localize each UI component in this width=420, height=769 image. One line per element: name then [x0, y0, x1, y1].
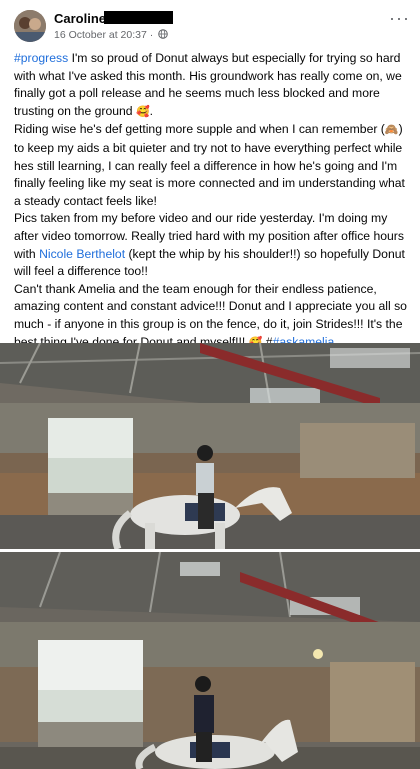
- more-options-icon[interactable]: ···: [389, 8, 410, 29]
- globe-icon: [158, 29, 168, 39]
- paragraph-2: Riding wise he's def getting more supple…: [14, 121, 412, 210]
- post-text: #progress I'm so proud of Donut always b…: [14, 50, 412, 352]
- text: Can't thank Amelia and the team enough f…: [14, 281, 407, 349]
- text: I'm so proud of Donut always but especia…: [14, 51, 402, 118]
- timestamp[interactable]: 16 October at 20:37: [54, 29, 147, 41]
- paragraph-3: Pics taken from my before video and our …: [14, 210, 412, 280]
- meta-separator: ·: [149, 29, 154, 41]
- mention-link[interactable]: Nicole Berthelot: [39, 247, 125, 261]
- hashtag-progress[interactable]: #progress: [14, 51, 68, 65]
- avatar[interactable]: [14, 10, 46, 42]
- paragraph-4: Can't thank Amelia and the team enough f…: [14, 281, 412, 352]
- redacted-surname: [104, 11, 173, 24]
- author-name[interactable]: Caroline: [54, 11, 106, 26]
- post-meta: 16 October at 20:37 ·: [54, 29, 168, 41]
- smiling-hearts-emoji: 🥰: [135, 105, 150, 118]
- post-header: Caroline 16 October at 20:37 · ···: [0, 0, 420, 50]
- text: Riding wise he's def getting more supple…: [14, 122, 385, 137]
- facebook-post: Caroline 16 October at 20:37 · ··· #prog…: [0, 0, 420, 769]
- see-no-evil-monkey-emoji: 🙈: [384, 124, 399, 137]
- text: .: [149, 103, 154, 118]
- paragraph-1: #progress I'm so proud of Donut always b…: [14, 50, 412, 121]
- post-photo-2[interactable]: [0, 552, 420, 769]
- post-photo-1[interactable]: [0, 343, 420, 549]
